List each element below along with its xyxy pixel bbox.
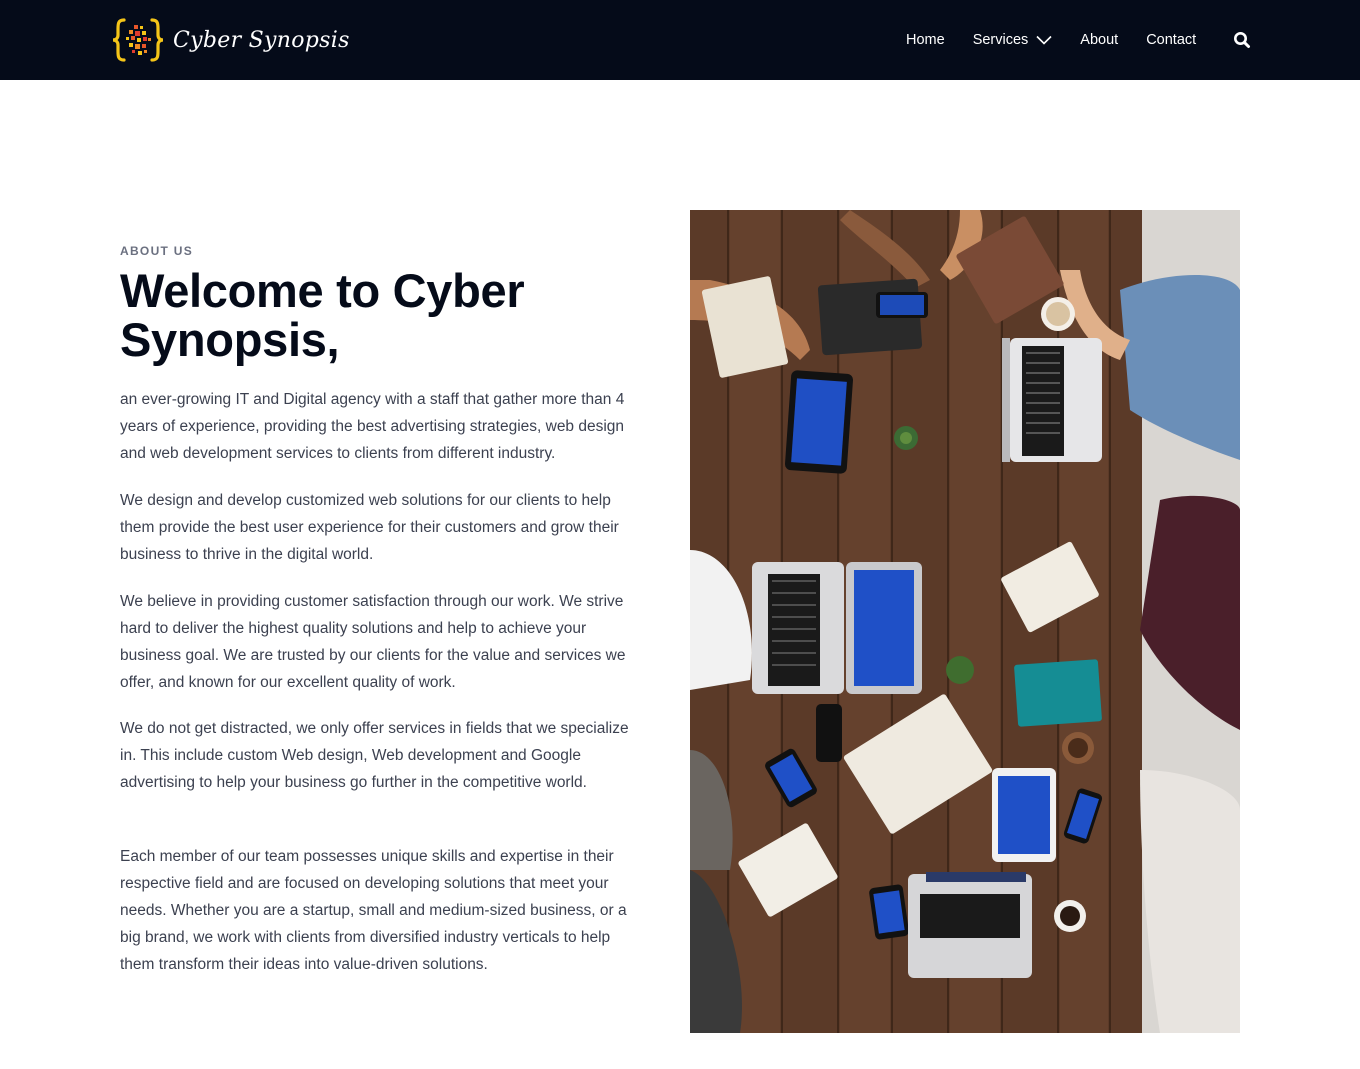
nav-item-about[interactable]: About bbox=[1080, 32, 1118, 48]
chevron-down-icon bbox=[1036, 35, 1052, 45]
site-header: Cyber Synopsis Home Services About Conta… bbox=[0, 0, 1360, 80]
nav-item-label: About bbox=[1080, 32, 1119, 48]
about-paragraph: We design and develop customized web sol… bbox=[120, 492, 619, 563]
about-paragraph: an ever-growing IT and Digital agency wi… bbox=[120, 391, 625, 462]
search-icon bbox=[1234, 32, 1250, 48]
nav-item-home[interactable]: Home bbox=[906, 32, 945, 48]
page-title: Welcome to Cyber Synopsis, bbox=[120, 264, 525, 366]
curly-braces-pixel-logo-icon bbox=[112, 18, 164, 62]
team-meeting-photo bbox=[690, 210, 1240, 1033]
main-nav: Home Services About Contact bbox=[892, 0, 1224, 80]
nav-item-label: Contact bbox=[1146, 32, 1197, 48]
nav-item-label: Home bbox=[906, 32, 945, 48]
section-eyebrow: ABOUT US bbox=[120, 244, 194, 258]
brand-name: Cyber Synopsis bbox=[173, 27, 350, 53]
about-paragraph: We believe in providing customer satisfa… bbox=[120, 593, 626, 691]
nav-item-contact[interactable]: Contact bbox=[1146, 32, 1196, 48]
team-meeting-illustration bbox=[690, 210, 1240, 1033]
nav-item-label: Services bbox=[972, 32, 1029, 48]
nav-item-services[interactable]: Services bbox=[973, 32, 1053, 48]
about-paragraph: Each member of our team possesses unique… bbox=[120, 848, 627, 973]
about-paragraph: We do not get distracted, we only offer … bbox=[120, 720, 629, 791]
search-button[interactable] bbox=[1232, 30, 1252, 50]
brand-logo-link[interactable]: Cyber Synopsis bbox=[112, 16, 350, 64]
